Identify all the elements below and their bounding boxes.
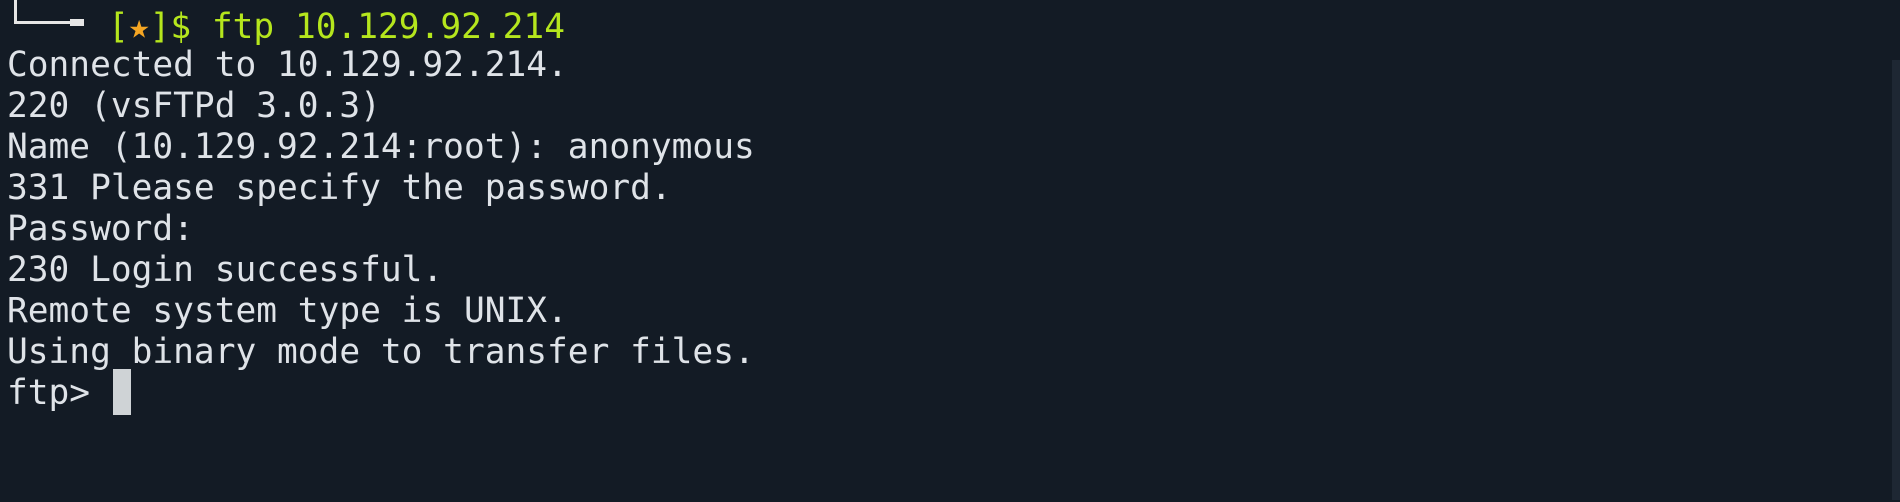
text-cursor — [112, 368, 131, 415]
ftp-prompt: ftp> — [7, 373, 111, 413]
prompt-tree-connector — [0, 0, 84, 28]
ftp-input-line[interactable]: ftp> — [7, 368, 131, 418]
terminal-window[interactable]: [★]$ ftp 10.129.92.214 Connected to 10.1… — [0, 0, 1900, 502]
scrollbar[interactable] — [1892, 60, 1900, 500]
